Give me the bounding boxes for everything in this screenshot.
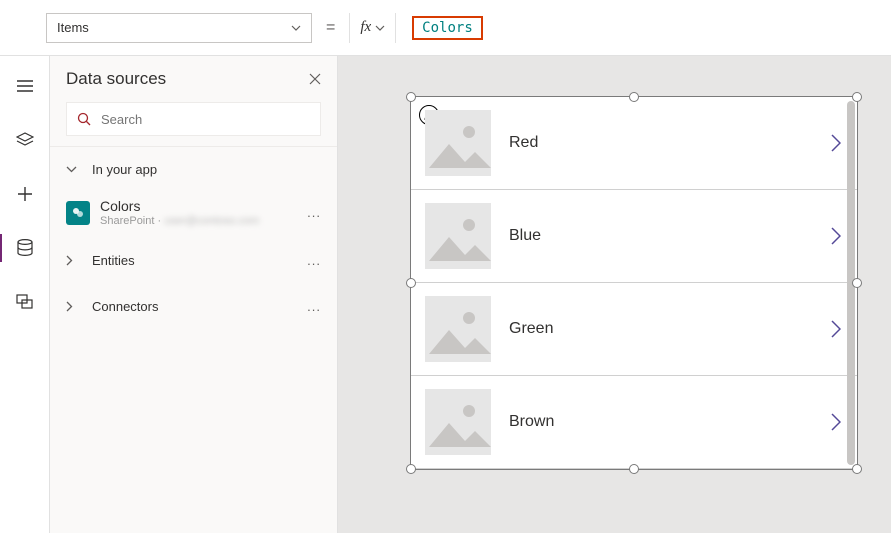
rail-tree-view[interactable] — [0, 124, 50, 156]
image-placeholder-icon — [425, 389, 491, 455]
datasource-name: Colors — [100, 198, 259, 215]
datasource-subtitle: SharePoint · user@contoso.com — [100, 215, 259, 228]
chevron-down-icon — [375, 25, 385, 31]
formula-bar: Items = fx Colors — [0, 0, 891, 56]
equals-sign: = — [326, 19, 335, 37]
section-label: In your app — [92, 162, 157, 177]
gallery-item[interactable]: Green — [411, 283, 857, 376]
datasource-item-colors[interactable]: Colors SharePoint · user@contoso.com ... — [50, 192, 337, 238]
gallery-item[interactable]: Red — [411, 97, 857, 190]
selection-handle[interactable] — [852, 92, 862, 102]
chevron-right-icon[interactable] — [831, 134, 841, 152]
section-entities[interactable]: Entities ... — [50, 238, 337, 284]
item-label: Blue — [509, 227, 813, 245]
chevron-right-icon[interactable] — [831, 227, 841, 245]
item-label: Brown — [509, 413, 813, 431]
item-label: Red — [509, 134, 813, 152]
section-in-your-app[interactable]: In your app — [50, 146, 337, 192]
section-connectors[interactable]: Connectors ... — [50, 284, 337, 330]
rail-insert[interactable] — [0, 178, 50, 210]
selection-handle[interactable] — [406, 464, 416, 474]
formula-input[interactable]: Colors — [406, 13, 883, 43]
more-icon[interactable]: ... — [307, 205, 321, 220]
rail-media[interactable] — [0, 286, 50, 318]
chevron-right-icon — [66, 301, 80, 312]
panel-title: Data sources — [66, 69, 166, 89]
sharepoint-icon — [66, 201, 90, 225]
more-icon[interactable]: ... — [307, 253, 321, 268]
media-icon — [16, 294, 34, 310]
formula-token: Colors — [412, 16, 483, 40]
selection-handle[interactable] — [852, 464, 862, 474]
image-placeholder-icon — [425, 296, 491, 362]
search-box[interactable] — [66, 102, 321, 136]
fx-dropdown[interactable]: fx — [349, 13, 396, 43]
close-icon[interactable] — [309, 73, 321, 85]
selection-handle[interactable] — [629, 92, 639, 102]
chevron-down-icon — [291, 25, 301, 31]
gallery-item[interactable]: Brown — [411, 376, 857, 469]
selection-handle[interactable] — [629, 464, 639, 474]
search-icon — [77, 112, 91, 126]
rail-data[interactable] — [0, 232, 50, 264]
selection-handle[interactable] — [852, 278, 862, 288]
selection-handle[interactable] — [406, 278, 416, 288]
fx-label: fx — [360, 19, 371, 36]
hamburger-icon — [17, 80, 33, 92]
rail-hamburger[interactable] — [0, 70, 50, 102]
data-sources-panel: Data sources In your app — [50, 56, 338, 533]
property-label: Items — [57, 20, 89, 35]
design-canvas[interactable]: Red Blue — [338, 56, 891, 533]
chevron-right-icon[interactable] — [831, 320, 841, 338]
selection-handle[interactable] — [406, 92, 416, 102]
data-icon — [17, 239, 33, 257]
chevron-down-icon — [66, 166, 80, 173]
image-placeholder-icon — [425, 110, 491, 176]
chevron-right-icon[interactable] — [831, 413, 841, 431]
search-input[interactable] — [99, 111, 310, 128]
gallery-item[interactable]: Blue — [411, 190, 857, 283]
property-dropdown[interactable]: Items — [46, 13, 312, 43]
chevron-right-icon — [66, 255, 80, 266]
gallery-control[interactable]: Red Blue — [410, 96, 858, 470]
layers-icon — [16, 132, 34, 148]
plus-icon — [18, 187, 32, 201]
artboard: Red Blue — [410, 96, 858, 470]
left-rail — [0, 56, 50, 533]
more-icon[interactable]: ... — [307, 299, 321, 314]
section-label: Entities — [92, 253, 135, 268]
item-label: Green — [509, 320, 813, 338]
image-placeholder-icon — [425, 203, 491, 269]
section-label: Connectors — [92, 299, 158, 314]
